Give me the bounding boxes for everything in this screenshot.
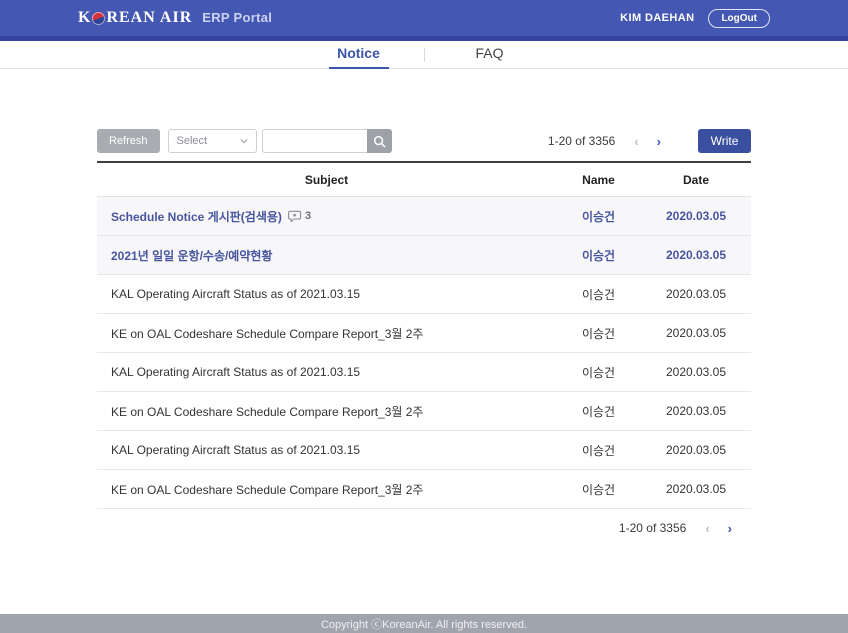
table-row[interactable]: KAL Operating Aircraft Status as of 2021… xyxy=(97,275,751,314)
row-author: 이승건 xyxy=(556,325,641,342)
comment-count: 3 xyxy=(305,210,311,222)
toolbar-left: Refresh Select xyxy=(97,129,392,153)
notice-subject-link[interactable]: KAL Operating Aircraft Status as of 2021… xyxy=(111,287,360,301)
user-area: KIM DAEHAN LogOut xyxy=(620,9,770,28)
prev-page-button[interactable]: ‹ xyxy=(625,135,647,148)
table-row[interactable]: 2021년 일일 운항/수송/예약현황 이승건 2020.03.05 xyxy=(97,236,751,275)
app-header: K REAN AIR ERP Portal KIM DAEHAN LogOut xyxy=(0,0,848,36)
refresh-button[interactable]: Refresh xyxy=(97,129,160,153)
column-header-subject: Subject xyxy=(97,173,556,187)
row-date: 2020.03.05 xyxy=(641,209,751,223)
table-header-row: Subject Name Date xyxy=(97,163,751,197)
column-header-date: Date xyxy=(641,173,751,187)
copyright-text: Copyright ⓒKoreanAir. All rights reserve… xyxy=(321,616,527,632)
notice-subject-link[interactable]: KE on OAL Codeshare Schedule Compare Rep… xyxy=(111,481,423,498)
logo-letter-k: K xyxy=(78,9,91,27)
category-select[interactable]: Select xyxy=(168,129,257,153)
row-date: 2020.03.05 xyxy=(641,404,751,418)
write-button[interactable]: Write xyxy=(698,129,751,153)
table-row[interactable]: KE on OAL Codeshare Schedule Compare Rep… xyxy=(97,392,751,431)
taegeuk-icon xyxy=(92,12,105,25)
notice-subject-link[interactable]: Schedule Notice 게시판(검색용) xyxy=(111,208,282,225)
comment-bubble-icon xyxy=(288,210,302,222)
bottom-pagination: 1-20 of 3356 ‹ › xyxy=(97,509,751,535)
notice-table: Subject Name Date Schedule Notice 게시판(검색… xyxy=(97,161,751,509)
notice-subject-link[interactable]: KE on OAL Codeshare Schedule Compare Rep… xyxy=(111,325,423,342)
tab-bar: Notice FAQ xyxy=(0,41,848,69)
row-author: 이승건 xyxy=(556,208,641,225)
table-row[interactable]: KAL Operating Aircraft Status as of 2021… xyxy=(97,353,751,392)
page-range-text: 1-20 of 3356 xyxy=(548,134,615,148)
row-author: 이승건 xyxy=(556,364,641,381)
toolbar: Refresh Select 1-20 of 3356 xyxy=(97,129,751,153)
page-footer: Copyright ⓒKoreanAir. All rights reserve… xyxy=(0,614,848,633)
row-date: 2020.03.05 xyxy=(641,248,751,262)
user-name: KIM DAEHAN xyxy=(620,12,694,24)
brand: K REAN AIR ERP Portal xyxy=(78,9,272,27)
toolbar-right: 1-20 of 3356 ‹ › Write xyxy=(548,129,751,153)
search-icon xyxy=(373,135,386,148)
table-row[interactable]: KE on OAL Codeshare Schedule Compare Rep… xyxy=(97,470,751,509)
top-pagination: 1-20 of 3356 ‹ › xyxy=(548,134,670,148)
search-input[interactable] xyxy=(262,129,367,153)
table-row[interactable]: KE on OAL Codeshare Schedule Compare Rep… xyxy=(97,314,751,353)
notice-subject-link[interactable]: KAL Operating Aircraft Status as of 2021… xyxy=(111,443,360,457)
table-row[interactable]: Schedule Notice 게시판(검색용) 3 이승건 2020.03.0… xyxy=(97,197,751,236)
row-author: 이승건 xyxy=(556,247,641,264)
logout-button[interactable]: LogOut xyxy=(708,9,770,28)
row-date: 2020.03.05 xyxy=(641,326,751,340)
tab-notice[interactable]: Notice xyxy=(294,41,424,69)
notice-board: Refresh Select 1-20 of 3356 xyxy=(97,69,751,535)
row-date: 2020.03.05 xyxy=(641,443,751,457)
logo-rest-text: REAN AIR xyxy=(106,9,192,27)
category-select-value: Select xyxy=(177,135,208,147)
app-title: ERP Portal xyxy=(202,10,272,25)
next-page-button[interactable]: › xyxy=(648,135,670,148)
chevron-down-icon xyxy=(240,137,248,145)
column-header-name: Name xyxy=(556,173,641,187)
koreanair-logo[interactable]: K REAN AIR xyxy=(78,9,192,27)
table-row[interactable]: KAL Operating Aircraft Status as of 2021… xyxy=(97,431,751,470)
row-author: 이승건 xyxy=(556,481,641,498)
tab-faq[interactable]: FAQ xyxy=(425,41,555,69)
row-author: 이승건 xyxy=(556,286,641,303)
row-date: 2020.03.05 xyxy=(641,365,751,379)
row-author: 이승건 xyxy=(556,403,641,420)
spacer xyxy=(0,535,848,614)
row-date: 2020.03.05 xyxy=(641,287,751,301)
search-button[interactable] xyxy=(367,129,392,153)
notice-subject-link[interactable]: KE on OAL Codeshare Schedule Compare Rep… xyxy=(111,403,423,420)
row-date: 2020.03.05 xyxy=(641,482,751,496)
page-range-text: 1-20 of 3356 xyxy=(619,521,686,535)
search-group xyxy=(262,129,392,153)
comment-indicator: 3 xyxy=(288,210,311,222)
notice-subject-link[interactable]: 2021년 일일 운항/수송/예약현황 xyxy=(111,247,272,264)
row-author: 이승건 xyxy=(556,442,641,459)
next-page-button[interactable]: › xyxy=(719,522,741,535)
prev-page-button[interactable]: ‹ xyxy=(696,522,718,535)
notice-subject-link[interactable]: KAL Operating Aircraft Status as of 2021… xyxy=(111,365,360,379)
